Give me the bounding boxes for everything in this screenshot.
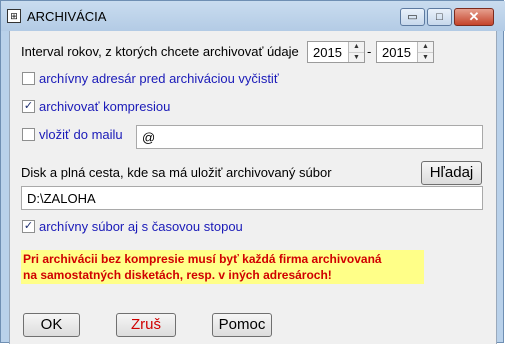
window-title: ARCHIVÁCIA xyxy=(27,9,107,24)
to-year-arrows[interactable]: ▲ ▼ xyxy=(417,42,433,62)
path-field[interactable]: D:\ZALOHA xyxy=(21,186,483,210)
compress-label[interactable]: archivovať kompresiou xyxy=(39,99,170,114)
help-button[interactable]: Pomoc xyxy=(212,313,272,337)
from-year-arrows[interactable]: ▲ ▼ xyxy=(348,42,364,62)
email-field[interactable]: @ xyxy=(136,125,483,149)
search-button[interactable]: Hľadaj xyxy=(421,161,482,185)
close-icon: ✕ xyxy=(468,9,480,24)
ok-button[interactable]: OK xyxy=(23,313,80,337)
compression-warning: Pri archivácii bez kompresie musí byť ka… xyxy=(21,250,424,284)
email-label[interactable]: vložiť do mailu xyxy=(39,127,123,142)
compress-checkbox[interactable]: ✓ xyxy=(22,100,35,113)
spin-up-icon[interactable]: ▲ xyxy=(349,42,364,53)
close-button[interactable]: ✕ xyxy=(454,8,494,26)
spin-up-icon[interactable]: ▲ xyxy=(418,42,433,53)
from-year-spinner[interactable]: 2015 ▲ ▼ xyxy=(307,41,365,63)
minimize-button[interactable]: ▭ xyxy=(400,8,425,26)
archive-dialog: ⊞ ARCHIVÁCIA ▭ □ ✕ Interval rokov, z kto… xyxy=(0,0,505,344)
email-checkbox[interactable] xyxy=(22,128,35,141)
warning-line-1: Pri archivácii bez kompresie musí byť ka… xyxy=(23,252,382,266)
interval-label: Interval rokov, z ktorých chcete archivo… xyxy=(21,44,299,59)
clear-dir-checkbox[interactable] xyxy=(22,72,35,85)
year-separator: - xyxy=(367,44,372,59)
checkmark-icon: ✓ xyxy=(23,100,34,112)
clear-dir-label[interactable]: archívny adresár pred archiváciou vyčist… xyxy=(39,71,279,86)
path-label: Disk a plná cesta, kde sa má uložiť arch… xyxy=(21,165,332,180)
spin-down-icon[interactable]: ▼ xyxy=(349,53,364,63)
title-bar[interactable]: ⊞ ARCHIVÁCIA ▭ □ ✕ xyxy=(1,1,505,31)
timestamp-label[interactable]: archívny súbor aj s časovou stopou xyxy=(39,219,243,234)
warning-line-2: na samostatných disketách, resp. v iných… xyxy=(23,268,332,282)
app-icon[interactable]: ⊞ xyxy=(7,9,21,23)
to-year-value: 2015 xyxy=(382,45,411,60)
to-year-spinner[interactable]: 2015 ▲ ▼ xyxy=(376,41,434,63)
timestamp-checkbox[interactable]: ✓ xyxy=(22,220,35,233)
dialog-body: Interval rokov, z ktorých chcete archivo… xyxy=(9,31,497,344)
maximize-button[interactable]: □ xyxy=(427,8,452,26)
cancel-button[interactable]: Zruš xyxy=(116,313,176,337)
spin-down-icon[interactable]: ▼ xyxy=(418,53,433,63)
maximize-icon: □ xyxy=(436,11,443,23)
minimize-icon: ▭ xyxy=(407,11,418,23)
checkmark-icon: ✓ xyxy=(23,220,34,232)
from-year-value: 2015 xyxy=(313,45,342,60)
